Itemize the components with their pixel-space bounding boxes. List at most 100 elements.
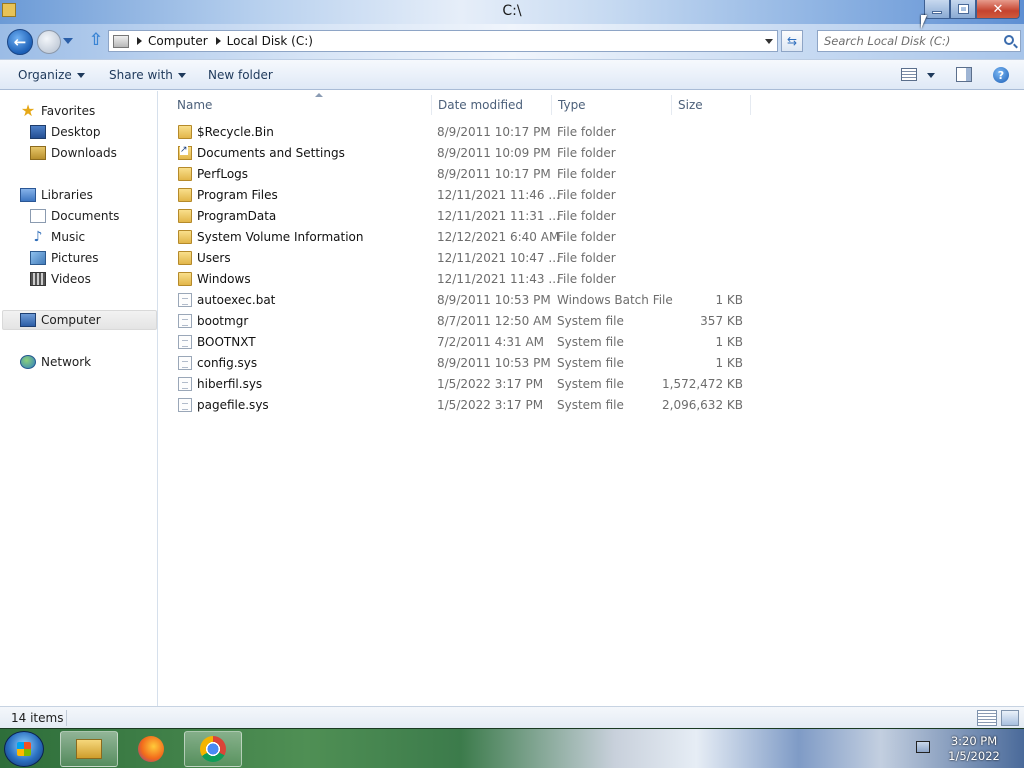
column-label: Date modified [438, 98, 524, 112]
file-date-modified: 12/11/2021 11:31 ... [437, 209, 560, 223]
nav-desktop[interactable]: Desktop [30, 122, 101, 142]
file-type: System file [557, 314, 624, 328]
nav-videos[interactable]: Videos [30, 269, 91, 289]
help-icon[interactable]: ? [993, 67, 1009, 83]
search-input[interactable] [824, 34, 1002, 48]
network-tray-icon[interactable] [916, 741, 930, 753]
file-type: File folder [557, 272, 616, 286]
window-controls: ✕ [924, 0, 1020, 19]
chrome-icon [200, 736, 226, 762]
close-button[interactable]: ✕ [976, 0, 1020, 19]
up-arrow-icon[interactable]: ⇧ [88, 31, 104, 49]
nav-network[interactable]: Network [20, 352, 91, 372]
recent-pages-dropdown-icon[interactable] [63, 38, 73, 44]
file-name: bootmgr [197, 314, 249, 328]
table-row[interactable]: config.sys 8/9/2011 10:53 PM System file 1 … [175, 353, 765, 374]
breadcrumb-chevron-icon[interactable] [215, 37, 221, 45]
taskbar-firefox[interactable] [122, 731, 180, 767]
clock[interactable]: 3:20 PM 1/5/2022 [942, 734, 1006, 764]
file-size: 1 KB [715, 293, 743, 307]
table-row[interactable]: System Volume Information 12/12/2021 6:40… [175, 227, 765, 248]
nav-label: Downloads [51, 146, 117, 160]
file-icon [178, 398, 192, 412]
table-row[interactable]: autoexec.bat 8/9/2011 10:53 PM Windows Bat… [175, 290, 765, 311]
folder-icon [178, 188, 192, 202]
file-type: System file [557, 377, 624, 391]
nav-downloads[interactable]: Downloads [30, 143, 117, 163]
file-name: Documents and Settings [197, 146, 345, 160]
nav-label: Music [51, 230, 86, 244]
breadcrumb-computer[interactable]: Computer [148, 34, 208, 48]
view-options-dropdown-icon[interactable] [927, 73, 935, 78]
nav-label: Videos [51, 272, 91, 286]
new-folder-button[interactable]: New folder [208, 68, 273, 82]
file-date-modified: 1/5/2022 3:17 PM [437, 398, 544, 412]
table-row[interactable]: BOOTNXT 7/2/2011 4:31 AM System file 1 KB [175, 332, 765, 353]
table-row[interactable]: Users 12/11/2021 10:47 ... File folder [175, 248, 765, 269]
share-with-button[interactable]: Share with [109, 68, 186, 82]
nav-music[interactable]: ♪ Music [30, 227, 86, 247]
table-row[interactable]: pagefile.sys 1/5/2022 3:17 PM System file 2… [175, 395, 765, 416]
folder-icon [178, 167, 192, 181]
table-row[interactable]: $Recycle.Bin 8/9/2011 10:17 PM File folder [175, 122, 765, 143]
sort-ascending-icon [315, 93, 323, 97]
start-button[interactable] [4, 731, 44, 767]
column-header-date[interactable]: Date modified [438, 95, 552, 115]
column-header-type[interactable]: Type [558, 95, 672, 115]
breadcrumb-local-disk[interactable]: Local Disk (C:) [227, 34, 313, 48]
table-row[interactable]: Documents and Settings 8/9/2011 10:09 PM F… [175, 143, 765, 164]
search-box[interactable] [817, 30, 1021, 52]
details-view-icon[interactable] [977, 710, 997, 726]
table-row[interactable]: ProgramData 12/11/2021 11:31 ... File fold… [175, 206, 765, 227]
file-date-modified: 8/9/2011 10:53 PM [437, 356, 551, 370]
nav-documents[interactable]: Documents [30, 206, 119, 226]
large-icons-view-icon[interactable] [1001, 710, 1019, 726]
computer-icon [20, 313, 36, 327]
window-title: C:\ [502, 3, 522, 19]
file-name: Windows [197, 272, 251, 286]
mouse-pointer-icon [921, 15, 927, 29]
minimize-button[interactable] [924, 0, 950, 19]
file-date-modified: 8/7/2011 12:50 AM [437, 314, 552, 328]
refresh-button[interactable]: ⇆ [781, 30, 803, 52]
address-bar[interactable]: Computer Local Disk (C:) [108, 30, 778, 52]
address-dropdown-icon[interactable] [765, 39, 773, 44]
forward-button[interactable] [37, 30, 61, 54]
table-row[interactable]: Windows 12/11/2021 11:43 ... File folder [175, 269, 765, 290]
new-folder-label: New folder [208, 68, 273, 82]
table-row[interactable]: PerfLogs 8/9/2011 10:17 PM File folder [175, 164, 765, 185]
file-name: ProgramData [197, 209, 277, 223]
file-type: System file [557, 356, 624, 370]
libraries-icon [20, 188, 36, 202]
maximize-button[interactable] [950, 0, 976, 19]
nav-libraries[interactable]: Libraries [20, 185, 93, 205]
preview-pane-icon[interactable] [956, 67, 972, 82]
breadcrumb-chevron-icon[interactable] [137, 37, 142, 45]
file-name: pagefile.sys [197, 398, 269, 412]
file-size: 1 KB [715, 335, 743, 349]
back-button[interactable]: ← [7, 29, 33, 55]
column-label: Type [558, 98, 586, 112]
change-view-icon[interactable] [901, 68, 917, 81]
nav-favorites[interactable]: ★ Favorites [20, 101, 95, 121]
nav-label: Documents [51, 209, 120, 223]
column-header-name[interactable]: Name [177, 93, 432, 115]
table-row[interactable]: Program Files 12/11/2021 11:46 ... File fo… [175, 185, 765, 206]
table-row[interactable]: bootmgr 8/7/2011 12:50 AM System file 357 K… [175, 311, 765, 332]
organize-button[interactable]: Organize [18, 68, 85, 82]
file-type: Windows Batch File [557, 293, 673, 307]
search-icon[interactable] [1004, 35, 1014, 45]
nav-pictures[interactable]: Pictures [30, 248, 99, 268]
computer-location-icon [113, 34, 129, 48]
taskbar-explorer[interactable] [60, 731, 118, 767]
nav-computer[interactable]: Computer [2, 310, 157, 330]
column-header-size[interactable]: Size [678, 95, 751, 115]
item-count: 14 items [11, 711, 64, 725]
taskbar-chrome[interactable] [184, 731, 242, 767]
file-date-modified: 8/9/2011 10:17 PM [437, 125, 551, 139]
file-type: File folder [557, 125, 616, 139]
folder-icon [178, 272, 192, 286]
desktop-icon [30, 125, 46, 139]
table-row[interactable]: hiberfil.sys 1/5/2022 3:17 PM System file 1… [175, 374, 765, 395]
file-type: File folder [557, 167, 616, 181]
